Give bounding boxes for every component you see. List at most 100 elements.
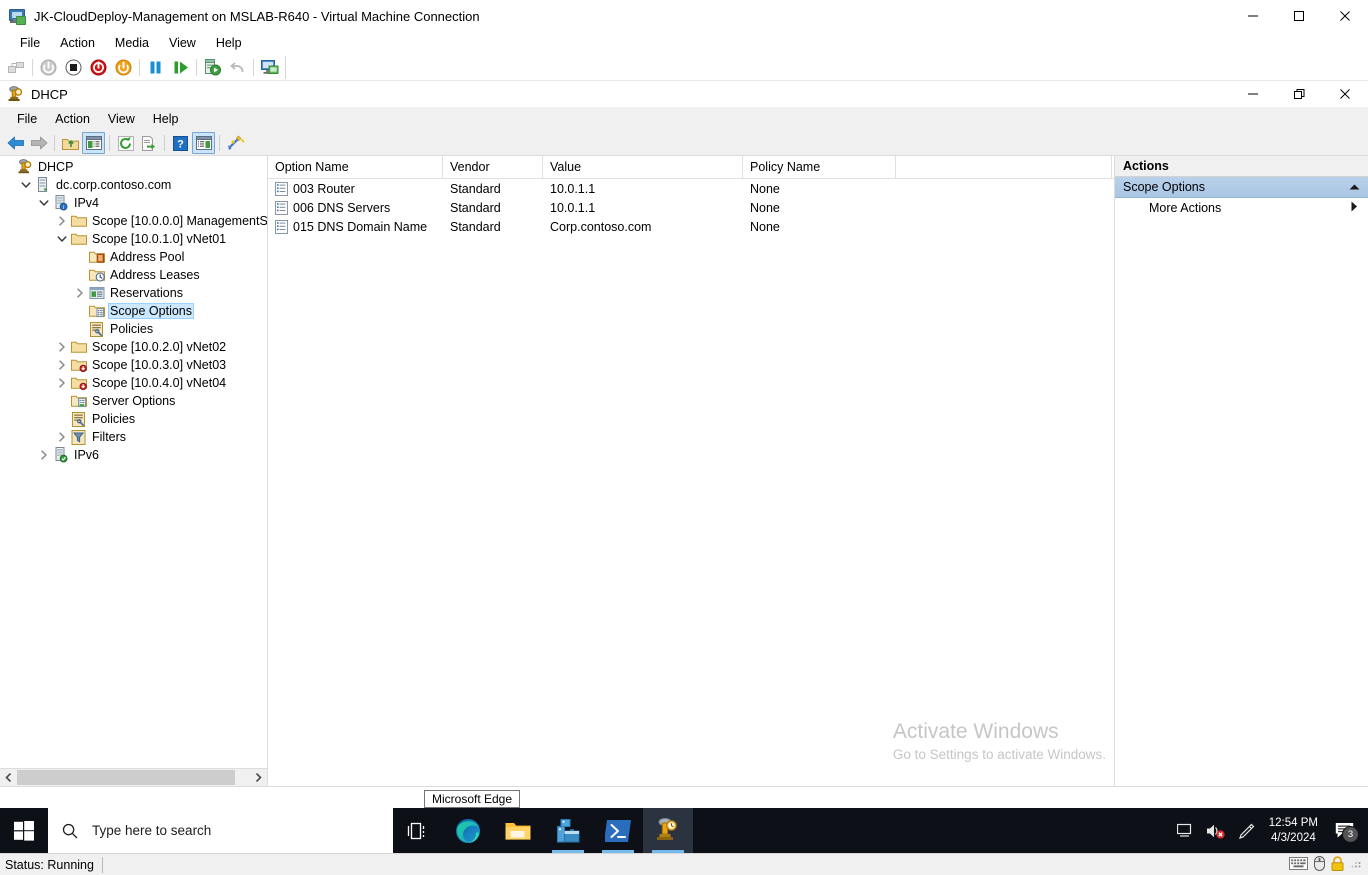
stop-icon[interactable] [61,55,86,80]
scroll-right-button[interactable] [250,769,267,786]
tree-node[interactable]: dc.corp.contoso.com [0,176,267,194]
power-on-icon[interactable] [111,55,136,80]
help-icon[interactable]: ? [169,132,192,154]
server-manager-icon[interactable] [543,808,593,853]
volume-muted-icon[interactable] [1201,808,1231,853]
tree-node[interactable]: Address Leases [0,266,267,284]
show-hide-console-tree-icon[interactable] [82,132,105,154]
tree-node[interactable]: Policies [0,410,267,428]
pen-icon[interactable] [1231,808,1261,853]
powershell-icon[interactable] [593,808,643,853]
tree-node[interactable]: Scope [10.0.1.0] vNet01 [0,230,267,248]
forward-arrow-icon[interactable] [27,132,50,154]
shutdown-icon[interactable] [36,55,61,80]
cell-vendor-text: Standard [450,200,501,215]
tree-node[interactable]: Scope [10.0.2.0] vNet02 [0,338,267,356]
vm-close-button[interactable] [1322,0,1368,32]
dhcp-menu-help[interactable]: Help [144,110,188,128]
windows-start-icon[interactable] [0,808,48,853]
scroll-track[interactable] [17,769,250,786]
tree-node[interactable]: Scope [10.0.3.0] vNet03 [0,356,267,374]
chevron-right-icon[interactable] [54,428,70,446]
tree-node[interactable]: i IPv4 [0,194,267,212]
dhcp-close-button[interactable] [1322,78,1368,110]
tree-node[interactable]: Server Options [0,392,267,410]
task-view-icon[interactable] [393,808,443,853]
mouse-icon[interactable] [1314,855,1325,874]
tree-node[interactable]: DHCP [0,158,267,176]
resize-grip[interactable] [1350,857,1362,872]
enhanced-session-icon[interactable] [257,55,282,80]
list-column-header[interactable]: Value [543,156,743,178]
list-body[interactable]: 003 Router Standard 10.0.1.1 None 006 DNS Se… [268,179,1114,236]
tree-horizontal-scrollbar[interactable] [0,768,267,786]
chevron-down-icon[interactable] [18,176,34,194]
list-header[interactable]: Option Name Vendor Value Policy Name [268,156,1114,179]
server-icon [34,176,51,194]
hyper-v-manager-icon[interactable] [643,808,693,853]
table-row[interactable]: 015 DNS Domain Name Standard Corp.contoso.… [268,217,1114,236]
chevron-up-icon[interactable] [1349,180,1360,194]
dhcp-restore-button[interactable] [1276,78,1322,110]
tree-node[interactable]: Filters [0,428,267,446]
pause-icon[interactable] [143,55,168,80]
chevron-right-icon[interactable] [72,284,88,302]
checkpoint-icon[interactable] [4,55,29,80]
actions-group-scope-options[interactable]: Scope Options [1115,177,1368,198]
list-column-header[interactable] [896,156,1112,178]
up-folder-icon[interactable] [59,132,82,154]
resume-icon[interactable] [168,55,193,80]
scope-options-icon [88,302,105,320]
table-row[interactable]: 003 Router Standard 10.0.1.1 None [268,179,1114,198]
table-row[interactable]: 006 DNS Servers Standard 10.0.1.1 None [268,198,1114,217]
show-hide-action-pane-icon[interactable] [192,132,215,154]
keyboard-icon[interactable] [1289,856,1308,873]
notifications-icon[interactable]: 3 [1326,808,1362,853]
tree-node[interactable]: Scope Options [0,302,267,320]
chevron-right-icon[interactable] [36,446,52,464]
vm-menu-file[interactable]: File [10,34,50,52]
chevron-right-icon[interactable] [54,338,70,356]
vm-menu-media[interactable]: Media [105,34,159,52]
vm-minimize-button[interactable] [1230,0,1276,32]
refresh-icon[interactable] [114,132,137,154]
lock-icon[interactable] [1331,855,1344,874]
list-column-header[interactable]: Vendor [443,156,543,178]
file-explorer-icon[interactable] [493,808,543,853]
filter-icon[interactable] [224,132,247,154]
tree-node[interactable]: Address Pool [0,248,267,266]
undo-icon[interactable] [225,55,250,80]
tree-node[interactable]: Scope [10.0.4.0] vNet04 [0,374,267,392]
list-column-header[interactable]: Policy Name [743,156,896,178]
chevron-down-icon[interactable] [54,230,70,248]
dhcp-menu-action[interactable]: Action [46,110,99,128]
dhcp-menu-file[interactable]: File [8,110,46,128]
console-tree[interactable]: DHCP dc.corp.contoso.com i IPv4 Scope [10.0.… [0,156,267,768]
list-column-header[interactable]: Option Name [268,156,443,178]
chevron-down-icon[interactable] [36,194,52,212]
tree-node[interactable]: Scope [10.0.0.0] ManagementScope [0,212,267,230]
dhcp-menu-view[interactable]: View [99,110,144,128]
scroll-thumb[interactable] [17,770,235,785]
back-arrow-icon[interactable] [4,132,27,154]
vm-menu-view[interactable]: View [159,34,206,52]
turn-off-icon[interactable] [86,55,111,80]
tree-node[interactable]: Policies [0,320,267,338]
tree-node[interactable]: Reservations [0,284,267,302]
chevron-right-icon[interactable] [54,356,70,374]
chevron-right-icon[interactable] [54,374,70,392]
vm-menu-action[interactable]: Action [50,34,105,52]
taskbar-clock[interactable]: 12:54 PM 4/3/2024 [1261,816,1326,846]
network-icon[interactable] [1171,808,1201,853]
tree-node[interactable]: IPv6 [0,446,267,464]
vm-menu-help[interactable]: Help [206,34,252,52]
vm-maximize-button[interactable] [1276,0,1322,32]
search-input[interactable]: Type here to search [48,808,393,853]
microsoft-edge-icon[interactable] [443,808,493,853]
action-more-actions[interactable]: More Actions [1115,198,1368,218]
scroll-left-button[interactable] [0,769,17,786]
dhcp-minimize-button[interactable] [1230,78,1276,110]
revert-icon[interactable] [200,55,225,80]
export-list-icon[interactable] [137,132,160,154]
chevron-right-icon[interactable] [54,212,70,230]
